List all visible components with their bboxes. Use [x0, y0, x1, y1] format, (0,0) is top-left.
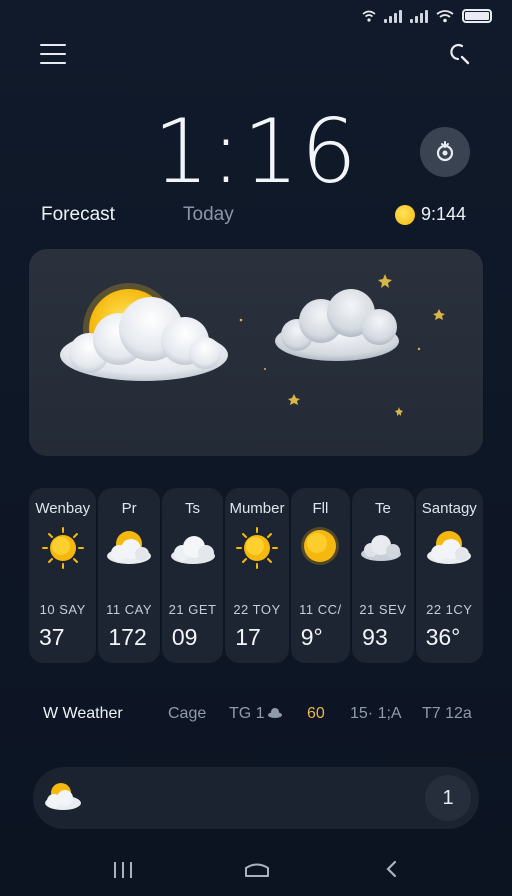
day-name: Te [374, 500, 391, 517]
partly-cloudy-icon [107, 531, 152, 564]
hero-illustration [60, 274, 445, 416]
cloud-icon [60, 297, 228, 381]
hero-weather-card [29, 249, 483, 456]
day-card[interactable]: Wenbay 10 SAY 37 [29, 488, 97, 663]
cage-label: Cage [168, 705, 207, 722]
cellular-signal-2-icon [410, 9, 428, 23]
day-card[interactable]: Mumber 22 TOY 17 [225, 488, 289, 663]
day-card[interactable]: Santagy 22 1CY 36° [415, 488, 483, 663]
day-name: Mumber [229, 500, 285, 517]
sun-icon [301, 527, 340, 565]
system-nav-bar [0, 856, 512, 884]
day-temperature: 09 [171, 624, 198, 650]
bottom-search-pill[interactable]: 1 [33, 767, 479, 829]
day-name: Santagy [421, 500, 477, 517]
tg-label: TG 1 [229, 705, 283, 723]
day-detail: 11 CAY [106, 602, 153, 617]
pill-action-button[interactable]: 1 [425, 775, 471, 821]
cloud-small-icon [267, 708, 282, 718]
wifi-icon [436, 10, 454, 23]
home-icon[interactable] [243, 862, 271, 878]
day-detail: 21 GET [168, 602, 217, 617]
day-temperature: 172 [108, 624, 147, 650]
recents-icon[interactable] [114, 862, 132, 878]
day-card[interactable]: Ts 21 GET 09 [161, 488, 224, 663]
day-detail: 21 SEV [359, 602, 407, 617]
location-button[interactable] [420, 127, 470, 177]
tab-row: Forecast Today 9:144 [41, 204, 466, 228]
day-name: Pr [121, 500, 137, 517]
partly-cloudy-icon [427, 531, 472, 564]
day-temperature: 17 [235, 624, 261, 650]
day-detail: 10 SAY [39, 602, 86, 617]
cloud-icon [170, 536, 215, 564]
day-temperature: 9° [300, 624, 323, 650]
day-detail: 22 1CY [426, 602, 473, 617]
day-temperature: 36° [425, 624, 461, 650]
day-name: Fll [312, 500, 329, 517]
partly-cloudy-icon [45, 783, 81, 810]
tg-text: TG 1 [229, 705, 265, 722]
day-temperature: 37 [39, 624, 65, 650]
back-icon[interactable] [383, 859, 399, 879]
cellular-signal-icon [384, 9, 402, 23]
sun-icon [41, 527, 84, 569]
location-icon [436, 141, 454, 162]
sixty-value: 60 [307, 705, 325, 722]
tab-today[interactable]: Today [183, 204, 234, 226]
daily-forecast: Wenbay 10 SAY 37 Pr 11 CAY 172 Ts 21 GET… [29, 488, 483, 663]
sun-time: 9:144 [394, 204, 466, 225]
day-temperature: 93 [362, 624, 388, 650]
day-detail: 11 CC/ [299, 602, 342, 617]
weather-label: W Weather [43, 705, 123, 722]
cloud-icon [360, 535, 401, 561]
search-icon[interactable] [448, 42, 472, 66]
sun-icon [394, 204, 415, 225]
sun-time-value: 9:144 [420, 204, 466, 224]
day-card[interactable]: Te 21 SEV 93 [352, 488, 414, 663]
menu-icon[interactable] [40, 44, 66, 64]
wifi-small-icon [362, 10, 376, 22]
sun-icon [235, 527, 278, 569]
day-card[interactable]: Fll 11 CC/ 9° [290, 488, 351, 663]
day-detail: 22 TOY [233, 602, 281, 617]
pill-badge: 1 [442, 786, 454, 809]
status-bar [362, 6, 492, 26]
t7-value: T7 12a [422, 705, 472, 722]
battery-icon [462, 9, 492, 23]
day-card[interactable]: Pr 11 CAY 172 [98, 488, 160, 663]
cloud-right-icon [275, 289, 399, 361]
fifteen-value: 15· 1;A [350, 705, 402, 722]
day-name: Ts [185, 500, 201, 517]
tab-forecast[interactable]: Forecast [41, 204, 115, 226]
day-name: Wenbay [35, 500, 91, 517]
footer-info-row: W Weather Cage TG 1 60 15· 1;A T7 12a [43, 705, 472, 727]
